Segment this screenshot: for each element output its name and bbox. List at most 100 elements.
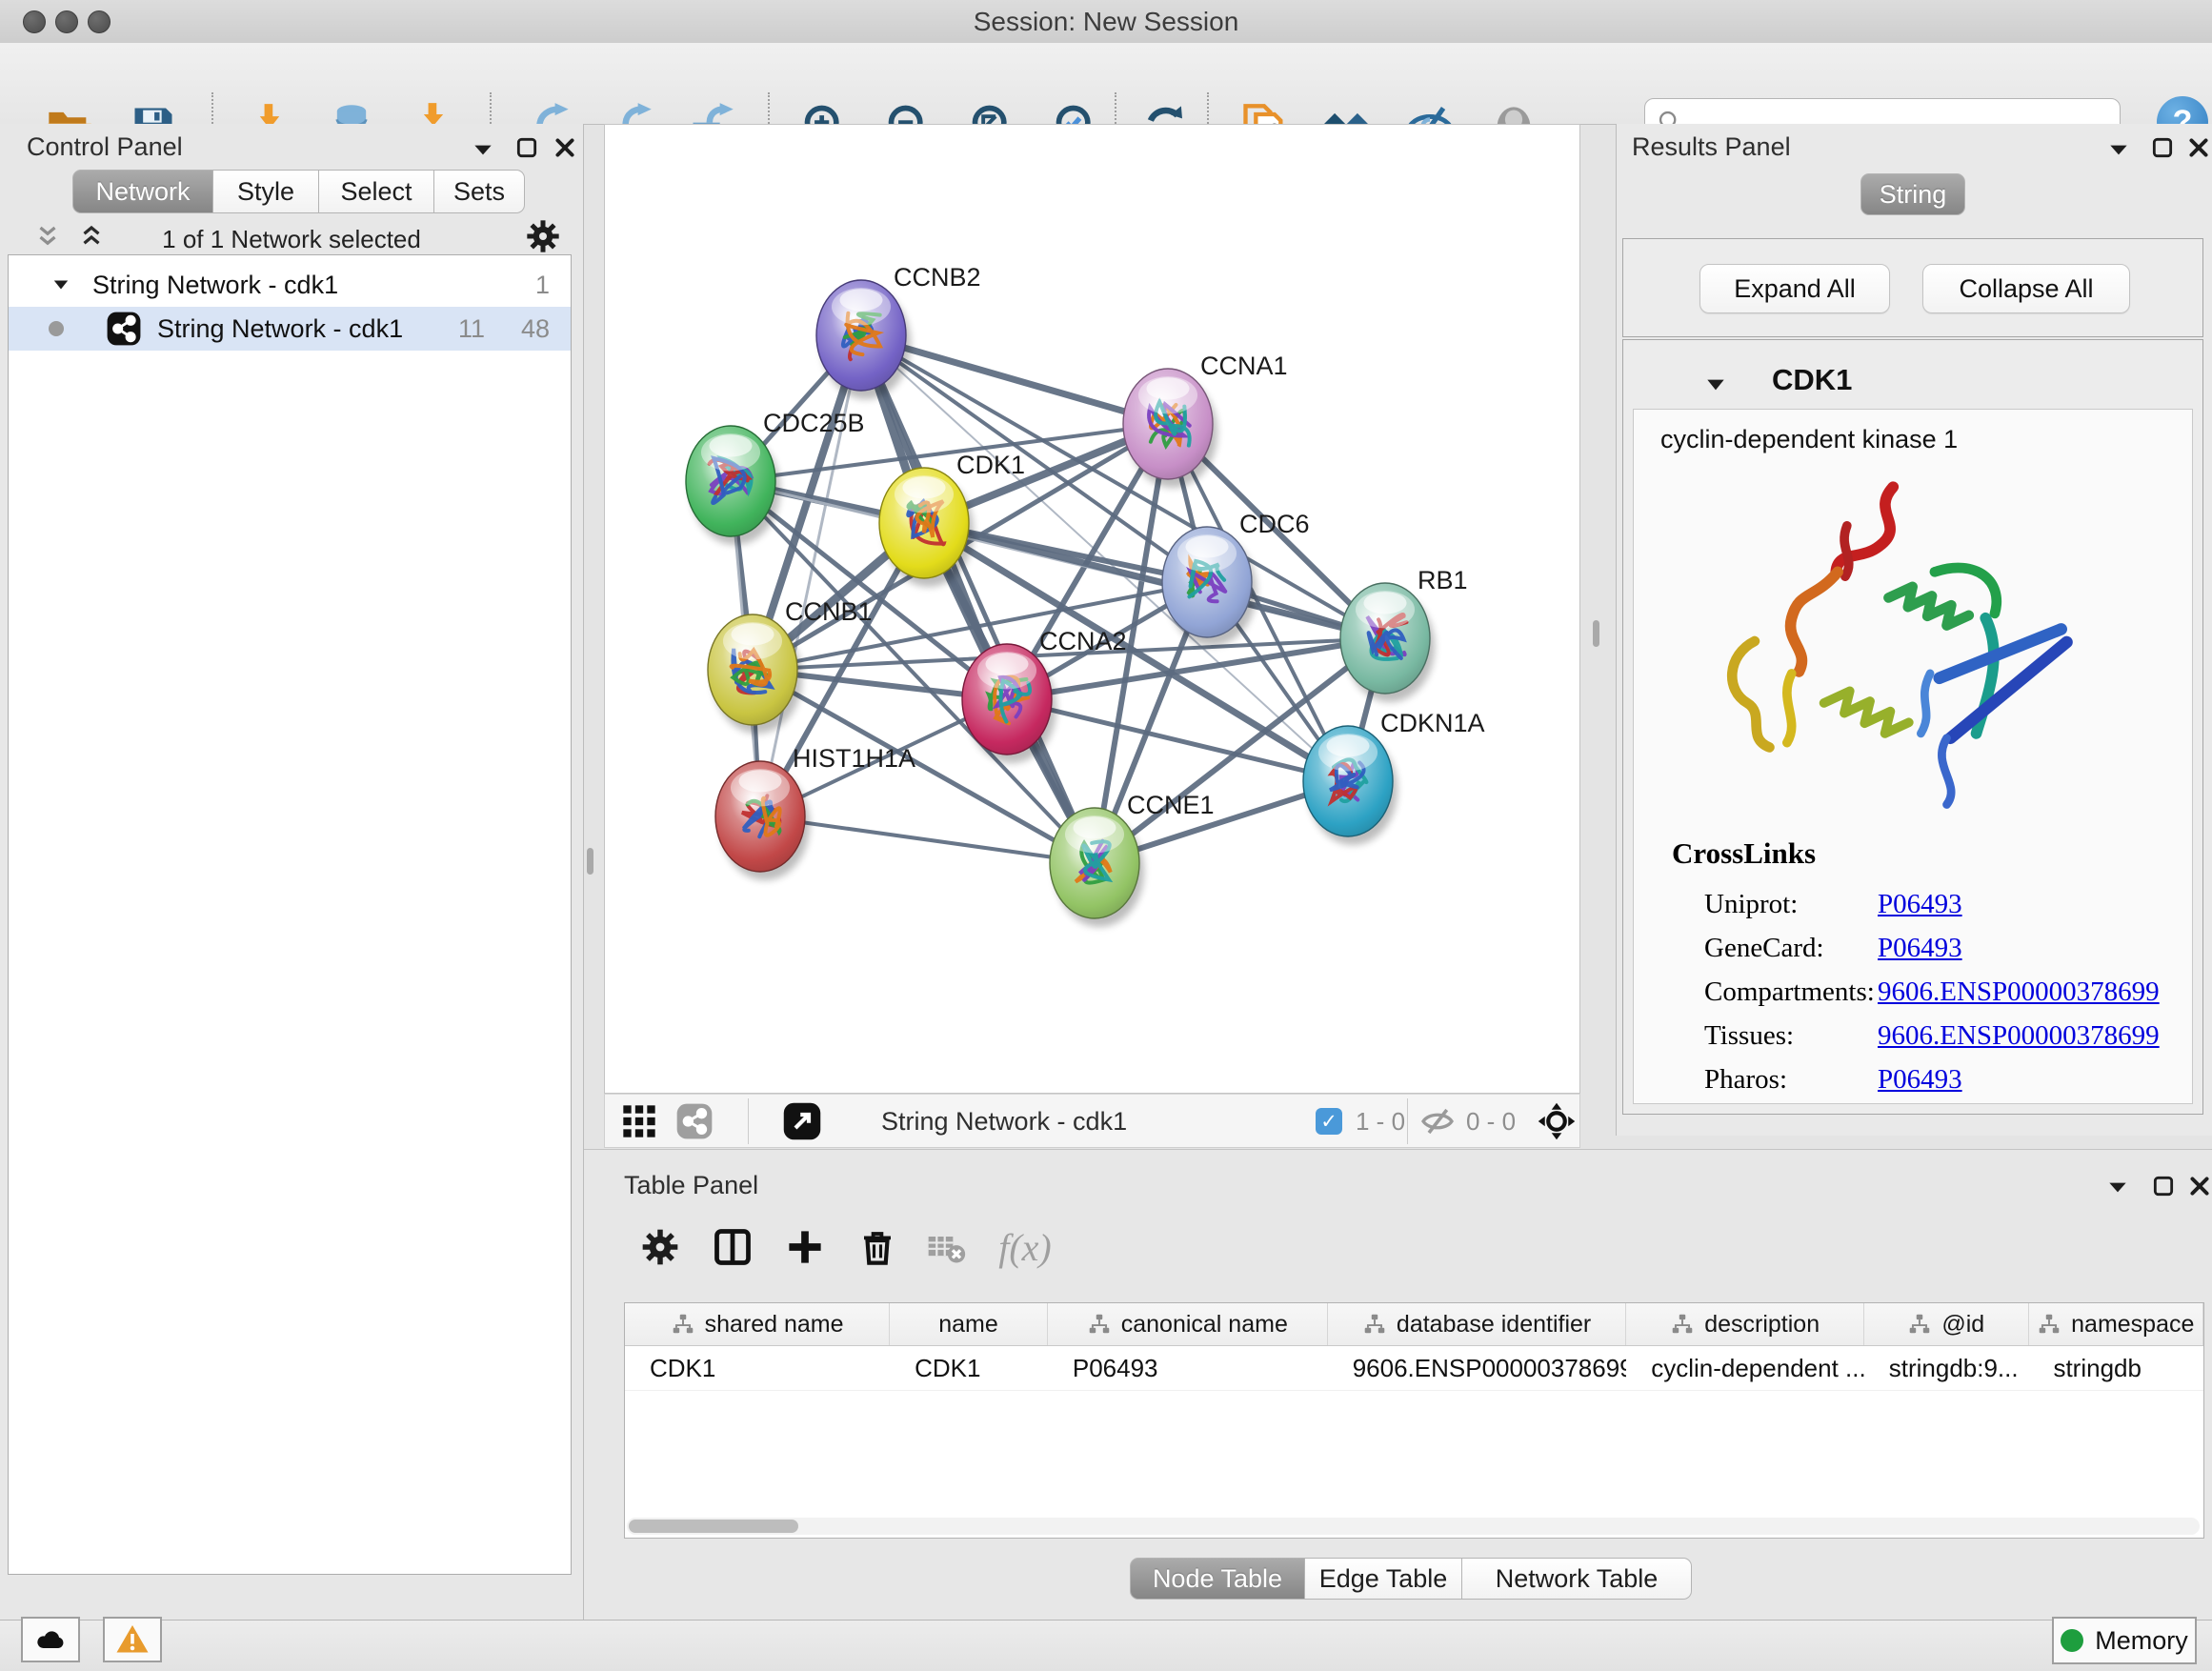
expand-all-button[interactable]: Expand All	[1699, 264, 1890, 313]
network-node[interactable]	[1340, 583, 1435, 702]
cloud-status-button[interactable]	[21, 1617, 80, 1662]
network-collection-row[interactable]: String Network - cdk1 1	[9, 263, 571, 307]
crosslink-row: Tissues:9606.ENSP00000378699	[1704, 1014, 2173, 1057]
network-node[interactable]	[816, 280, 911, 399]
scrollbar-thumb[interactable]	[629, 1520, 798, 1533]
network-node[interactable]	[708, 614, 802, 734]
network-row[interactable]: String Network - cdk1 11 48	[9, 307, 571, 351]
network-edge[interactable]	[760, 816, 1095, 863]
network-icon	[106, 311, 142, 347]
create-column-button[interactable]	[778, 1220, 832, 1274]
control-panel-title: Control Panel	[27, 132, 183, 162]
column-header-namespace[interactable]: namespace	[2029, 1303, 2203, 1345]
float-panel-icon[interactable]	[2106, 139, 2131, 160]
node-label: CDC25B	[763, 409, 865, 437]
application-window: Session: New Session	[0, 0, 2212, 1671]
delete-table-button[interactable]	[919, 1220, 973, 1274]
tab-network[interactable]: Network	[72, 170, 213, 213]
float-panel-icon[interactable]	[471, 139, 495, 160]
selected-counts: 1 - 0	[1356, 1107, 1405, 1137]
close-panel-icon[interactable]	[2187, 1174, 2212, 1198]
crosslink-row: GeneCard:P06493	[1704, 926, 2173, 970]
vertical-splitter-handle[interactable]	[1593, 620, 1599, 647]
table-options-button[interactable]	[633, 1220, 687, 1274]
tab-sets[interactable]: Sets	[434, 170, 525, 213]
crosslink-link[interactable]: 9606.ENSP00000378699	[1878, 976, 2160, 1008]
tab-style[interactable]: Style	[213, 170, 319, 213]
column-header-name[interactable]: name	[890, 1303, 1048, 1345]
warnings-button[interactable]	[103, 1617, 162, 1662]
close-panel-icon[interactable]	[553, 135, 577, 160]
tab-string[interactable]: String	[1860, 173, 1965, 215]
maximize-panel-icon[interactable]	[2150, 135, 2175, 160]
tab-edge-table[interactable]: Edge Table	[1305, 1558, 1462, 1600]
table-header-row: shared namenamecanonical namedatabase id…	[625, 1303, 2203, 1346]
tab-network-table[interactable]: Network Table	[1462, 1558, 1692, 1600]
delete-column-button[interactable]	[851, 1220, 904, 1274]
network-graph[interactable]: CCNB2CCNA1CDC25BCDK1CDC6RB1CCNB1CCNA2CDK…	[605, 125, 1579, 1093]
network-node[interactable]	[1303, 726, 1398, 845]
selected-nodes-indicator[interactable]: ✓ 1 - 0	[1316, 1100, 1405, 1142]
column-header-@id[interactable]: @id	[1864, 1303, 2029, 1345]
column-header-label: @id	[1941, 1311, 1984, 1339]
tree-expander-icon[interactable]	[50, 276, 71, 293]
collection-count: 1	[535, 271, 550, 300]
memory-button[interactable]: Memory	[2052, 1617, 2197, 1664]
network-node[interactable]	[1162, 527, 1257, 646]
maximize-panel-icon[interactable]	[514, 135, 539, 160]
network-canvas[interactable]: CCNB2CCNA1CDC25BCDK1CDC6RB1CCNB1CCNA2CDK…	[604, 124, 1580, 1094]
network-view-title: String Network - cdk1	[881, 1100, 1127, 1142]
toolbar-separator	[1407, 1098, 1408, 1144]
crosslink-link[interactable]: P06493	[1878, 933, 1962, 964]
network-node[interactable]	[962, 644, 1056, 763]
network-node-count: 11	[458, 314, 485, 344]
birds-eye-view-button[interactable]	[620, 1100, 658, 1142]
sitemap-icon	[1087, 1312, 1112, 1337]
column-header-description[interactable]: description	[1626, 1303, 1864, 1345]
crosslink-link[interactable]: P06493	[1878, 1064, 1962, 1096]
network-node[interactable]	[879, 468, 974, 587]
network-edge[interactable]	[861, 335, 1095, 863]
network-selection-status: 1 of 1 Network selected	[0, 225, 583, 254]
pan-mode-button[interactable]	[1537, 1100, 1577, 1142]
network-overview-button[interactable]	[675, 1100, 714, 1142]
maximize-panel-icon[interactable]	[2151, 1174, 2176, 1198]
node-label: CCNA2	[1039, 627, 1127, 655]
float-panel-icon[interactable]	[2105, 1177, 2130, 1198]
column-header-database-identifier[interactable]: database identifier	[1328, 1303, 1627, 1345]
node-label: CDKN1A	[1380, 709, 1485, 737]
network-node[interactable]	[1123, 369, 1217, 488]
network-edge-count: 48	[521, 314, 550, 344]
column-header-shared-name[interactable]: shared name	[625, 1303, 890, 1345]
network-options-gear-icon[interactable]	[524, 217, 562, 255]
entry-details: cyclin-dependent kinase 1	[1633, 409, 2193, 1104]
crosslink-link[interactable]: P06493	[1878, 889, 1962, 920]
show-columns-button[interactable]	[706, 1220, 759, 1274]
column-header-label: description	[1704, 1311, 1820, 1339]
vertical-splitter-handle[interactable]	[587, 848, 593, 875]
external-link-icon	[782, 1101, 822, 1141]
column-header-canonical-name[interactable]: canonical name	[1048, 1303, 1328, 1345]
function-builder-button[interactable]: f(x)	[982, 1220, 1068, 1274]
fx-icon: f(x)	[998, 1225, 1052, 1270]
crosslink-row: Compartments:9606.ENSP00000378699	[1704, 970, 2173, 1014]
crosslink-row: Pharos:P06493	[1704, 1057, 2173, 1101]
warning-triangle-icon	[115, 1622, 150, 1657]
detach-view-button[interactable]	[782, 1100, 822, 1142]
collapse-all-button[interactable]: Collapse All	[1922, 264, 2130, 313]
table-cell: CDK1	[625, 1346, 890, 1390]
node-label: CCNA1	[1200, 352, 1288, 380]
network-edge[interactable]	[924, 523, 1385, 638]
entry-expander-icon[interactable]	[1703, 374, 1728, 395]
tab-select[interactable]: Select	[319, 170, 434, 213]
network-node[interactable]	[1050, 808, 1144, 927]
results-panel: Results Panel String Expand All Collapse…	[1616, 124, 2212, 1136]
close-panel-icon[interactable]	[2186, 135, 2211, 160]
network-node[interactable]	[715, 761, 810, 880]
crosslink-link[interactable]: 9606.ENSP00000378699	[1878, 1020, 2160, 1052]
hidden-nodes-indicator[interactable]: 0 - 0	[1420, 1100, 1516, 1142]
status-bar: Memory	[0, 1620, 2212, 1671]
tab-node-table[interactable]: Node Table	[1130, 1558, 1305, 1600]
horizontal-scrollbar[interactable]	[627, 1518, 2200, 1535]
table-row[interactable]: CDK1CDK1P064939606.ENSP00000378699cyclin…	[625, 1346, 2203, 1391]
